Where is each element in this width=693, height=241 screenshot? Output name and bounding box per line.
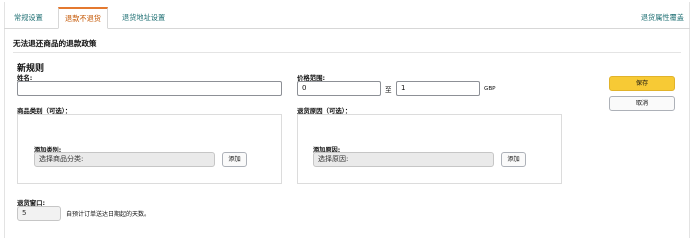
tab-refund-without-return[interactable]: 退款不退货 — [58, 7, 108, 29]
reason-select[interactable]: 选择原因: — [313, 152, 494, 167]
add-category-button[interactable]: 添加 — [222, 152, 247, 167]
save-button[interactable]: 保存 — [609, 76, 675, 91]
section-title: 无法退还商品的退款政策 — [13, 39, 97, 48]
return-window-input[interactable]: 5 — [17, 206, 61, 221]
return-attribute-override-link[interactable]: 退货属性覆盖 — [641, 7, 684, 29]
tab-bar: 常规设置 退款不退货 退货地址设置 退货属性覆盖 — [4, 4, 690, 29]
category-select[interactable]: 选择商品分类: — [34, 152, 215, 167]
price-min-input[interactable]: 0 — [297, 81, 381, 96]
divider — [13, 52, 681, 53]
return-window-description: 自预计订单送达日期起的天数。 — [66, 211, 151, 218]
currency-label: GBP — [484, 86, 496, 92]
tab-return-address-settings[interactable]: 退货地址设置 — [116, 7, 171, 29]
price-max-input[interactable]: 1 — [396, 81, 480, 96]
name-input[interactable] — [17, 81, 282, 96]
add-reason-button[interactable]: 添加 — [501, 152, 526, 167]
tab-general-settings[interactable]: 常规设置 — [8, 7, 49, 29]
cancel-button[interactable]: 取消 — [609, 96, 675, 111]
price-to-label: 至 — [385, 86, 392, 94]
